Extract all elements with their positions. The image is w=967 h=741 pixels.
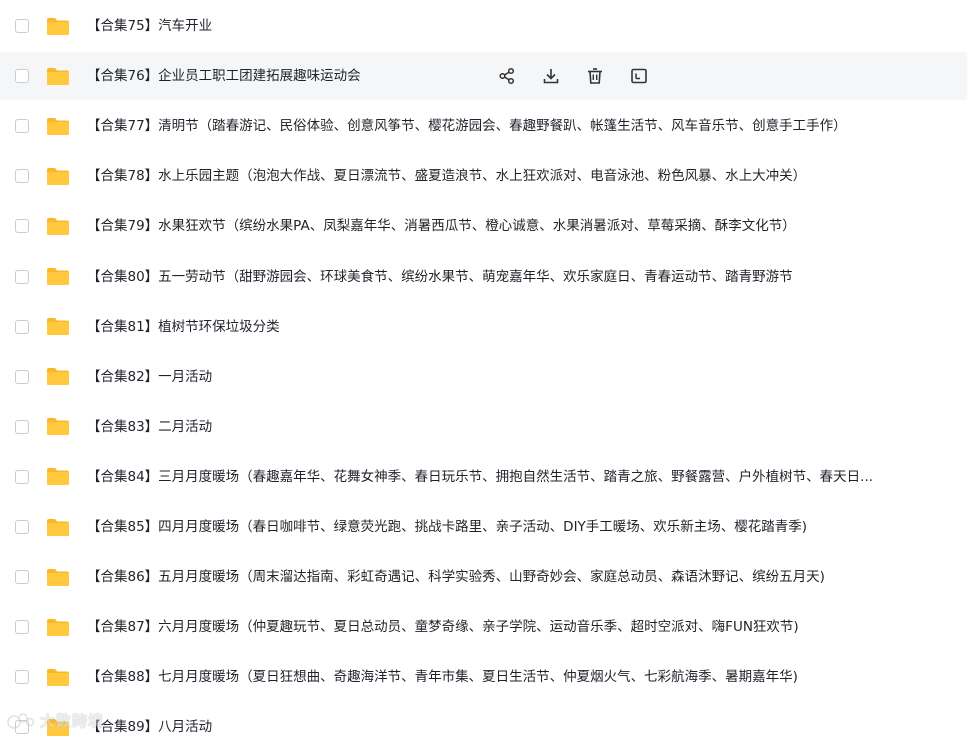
- folder-icon: [46, 217, 70, 236]
- file-row[interactable]: 【合集78】水上乐园主题（泡泡大作战、夏日漂流节、盛夏造浪节、水上狂欢派对、电音…: [0, 152, 967, 200]
- file-name[interactable]: 【合集84】三月月度暖场（春趣嘉年华、花舞女神季、春日玩乐节、拥抱自然生活节、踏…: [87, 467, 957, 487]
- file-row[interactable]: 【合集88】七月月度暖场（夏日狂想曲、奇趣海洋节、青年市集、夏日生活节、仲夏烟火…: [0, 653, 967, 701]
- file-row[interactable]: 【合集87】六月月度暖场（仲夏趣玩节、夏日总动员、童梦奇缘、亲子学院、运动音乐季…: [0, 603, 967, 651]
- row-checkbox[interactable]: [15, 369, 29, 384]
- file-name[interactable]: 【合集78】水上乐园主题（泡泡大作战、夏日漂流节、盛夏造浪节、水上狂欢派对、电音…: [87, 166, 957, 186]
- file-row[interactable]: 【合集83】二月活动: [0, 403, 967, 451]
- row-checkbox[interactable]: [15, 169, 29, 184]
- file-name[interactable]: 【合集85】四月月度暖场（春日咖啡节、绿意荧光跑、挑战卡路里、亲子活动、DIY手…: [87, 517, 957, 537]
- file-row[interactable]: 【合集79】水果狂欢节（缤纷水果PA、凤梨嘉年华、消暑西瓜节、橙心诚意、水果消暑…: [0, 202, 967, 250]
- row-checkbox[interactable]: [15, 670, 29, 685]
- share-icon: [498, 67, 516, 85]
- folder-icon: [46, 467, 70, 486]
- file-name[interactable]: 【合集86】五月月度暖场（周末溜达指南、彩虹奇遇记、科学实验秀、山野奇妙会、家庭…: [87, 567, 957, 587]
- share-button[interactable]: [496, 65, 518, 87]
- file-name[interactable]: 【合集87】六月月度暖场（仲夏趣玩节、夏日总动员、童梦奇缘、亲子学院、运动音乐季…: [87, 617, 957, 637]
- row-checkbox[interactable]: [15, 269, 29, 284]
- download-icon: [542, 67, 560, 85]
- row-checkbox[interactable]: [15, 119, 29, 134]
- file-row[interactable]: 【合集84】三月月度暖场（春趣嘉年华、花舞女神季、春日玩乐节、拥抱自然生活节、踏…: [0, 453, 967, 501]
- folder-icon: [46, 518, 70, 537]
- file-name[interactable]: 【合集80】五一劳动节（甜野游园会、环球美食节、缤纷水果节、萌宠嘉年华、欢乐家庭…: [87, 267, 957, 287]
- folder-icon: [46, 317, 70, 336]
- folder-icon: [46, 167, 70, 186]
- file-list: 【合集75】汽车开业 【合集76】企业员工职工团建拓展趣味运动会 【合集77】清…: [0, 0, 967, 741]
- row-checkbox[interactable]: [15, 219, 29, 234]
- file-row[interactable]: 【合集85】四月月度暖场（春日咖啡节、绿意荧光跑、挑战卡路里、亲子活动、DIY手…: [0, 503, 967, 551]
- row-checkbox[interactable]: [15, 720, 29, 735]
- file-row[interactable]: 【合集81】植树节环保垃圾分类: [0, 303, 967, 351]
- row-checkbox[interactable]: [15, 469, 29, 484]
- delete-button[interactable]: [584, 65, 606, 87]
- row-checkbox[interactable]: [15, 19, 29, 33]
- delete-icon: [586, 67, 604, 85]
- folder-icon: [46, 267, 70, 286]
- file-row[interactable]: 【合集89】八月活动: [0, 703, 967, 741]
- row-checkbox[interactable]: [15, 419, 29, 434]
- file-row[interactable]: 【合集75】汽车开业: [0, 2, 967, 50]
- folder-icon: [46, 17, 70, 36]
- row-checkbox[interactable]: [15, 319, 29, 334]
- file-name[interactable]: 【合集89】八月活动: [87, 717, 957, 737]
- folder-icon: [46, 417, 70, 436]
- folder-icon: [46, 718, 70, 737]
- file-row[interactable]: 【合集76】企业员工职工团建拓展趣味运动会: [0, 52, 967, 101]
- file-name[interactable]: 【合集82】一月活动: [87, 367, 957, 387]
- file-name[interactable]: 【合集75】汽车开业: [87, 16, 957, 36]
- file-name[interactable]: 【合集76】企业员工职工团建拓展趣味运动会: [87, 66, 407, 86]
- file-row[interactable]: 【合集80】五一劳动节（甜野游园会、环球美食节、缤纷水果节、萌宠嘉年华、欢乐家庭…: [0, 253, 967, 301]
- folder-icon: [46, 367, 70, 386]
- file-row[interactable]: 【合集77】清明节（踏春游记、民俗体验、创意风筝节、樱花游园会、春趣野餐趴、帐篷…: [0, 102, 967, 150]
- row-actions: [496, 65, 672, 87]
- row-checkbox[interactable]: [15, 620, 29, 635]
- row-checkbox[interactable]: [15, 69, 29, 84]
- file-name[interactable]: 【合集81】植树节环保垃圾分类: [87, 317, 957, 337]
- file-row[interactable]: 【合集86】五月月度暖场（周末溜达指南、彩虹奇遇记、科学实验秀、山野奇妙会、家庭…: [0, 553, 967, 601]
- file-name[interactable]: 【合集79】水果狂欢节（缤纷水果PA、凤梨嘉年华、消暑西瓜节、橙心诚意、水果消暑…: [87, 216, 957, 236]
- folder-icon: [46, 67, 70, 86]
- more-button[interactable]: [628, 65, 650, 87]
- file-name[interactable]: 【合集88】七月月度暖场（夏日狂想曲、奇趣海洋节、青年市集、夏日生活节、仲夏烟火…: [87, 667, 957, 687]
- file-row[interactable]: 【合集82】一月活动: [0, 353, 967, 401]
- file-name[interactable]: 【合集77】清明节（踏春游记、民俗体验、创意风筝节、樱花游园会、春趣野餐趴、帐篷…: [87, 116, 957, 136]
- file-name[interactable]: 【合集83】二月活动: [87, 417, 957, 437]
- row-checkbox[interactable]: [15, 570, 29, 585]
- folder-icon: [46, 117, 70, 136]
- folder-icon: [46, 668, 70, 687]
- folder-icon: [46, 618, 70, 637]
- download-button[interactable]: [540, 65, 562, 87]
- row-checkbox[interactable]: [15, 520, 29, 534]
- folder-icon: [46, 568, 70, 587]
- more-icon: [630, 67, 648, 85]
